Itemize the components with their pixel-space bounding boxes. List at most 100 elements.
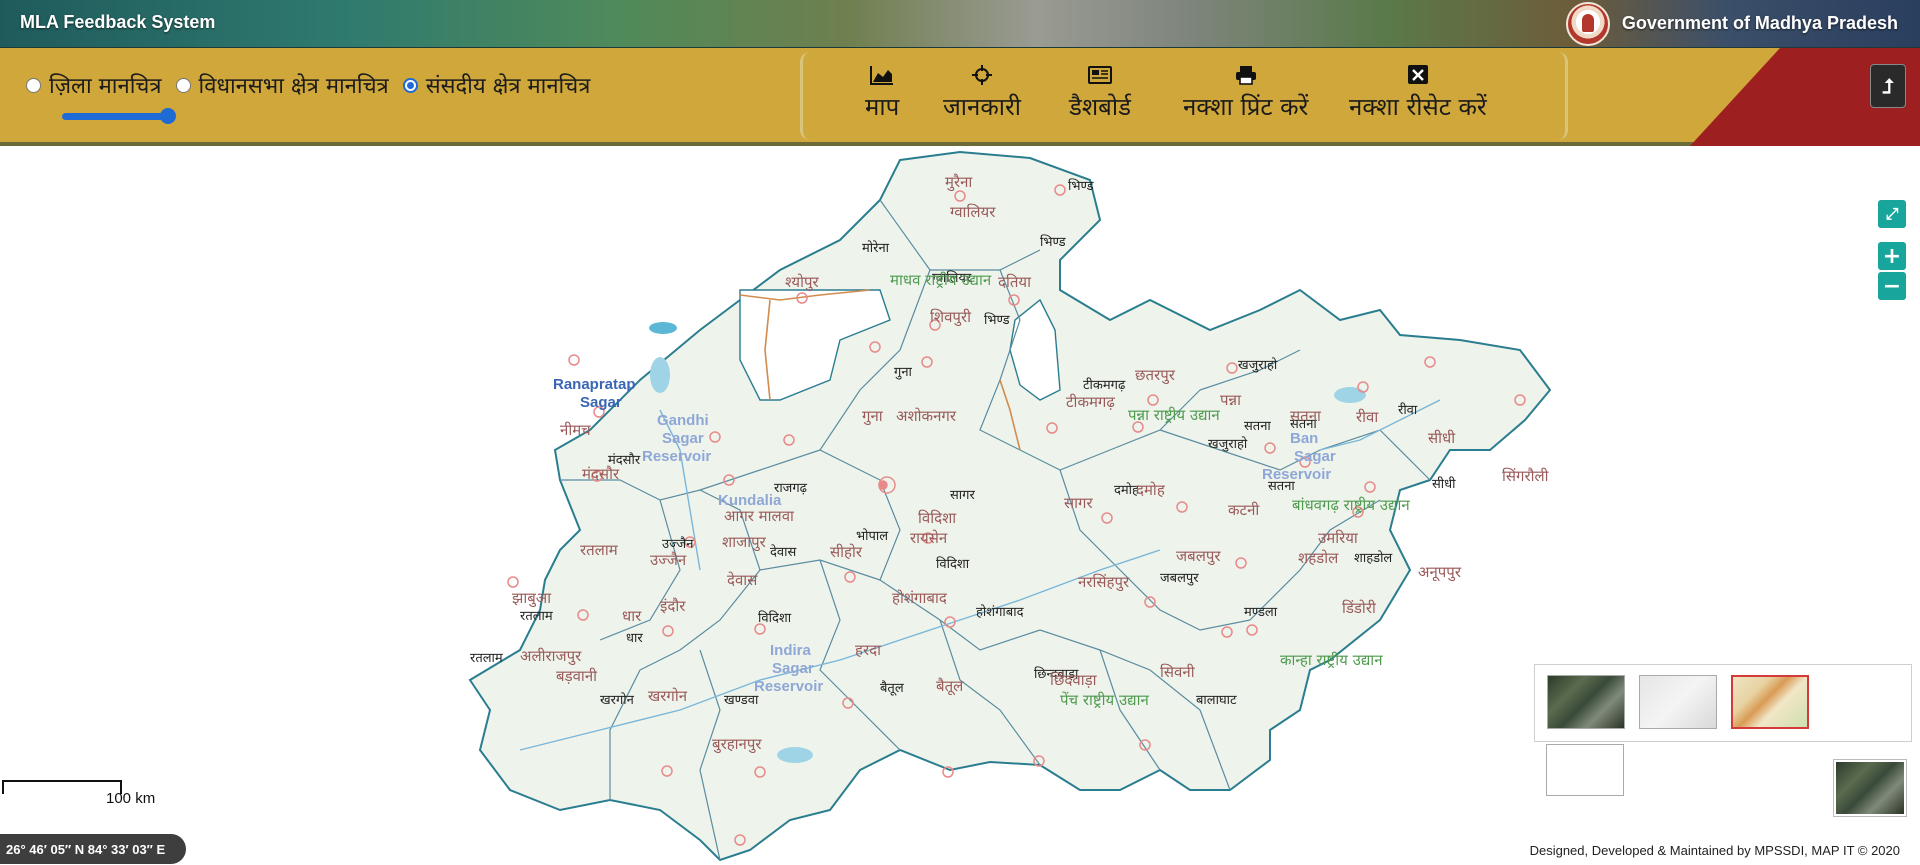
- map-label: सतना: [1244, 419, 1271, 434]
- basemap-satellite-thumb[interactable]: [1547, 675, 1625, 729]
- map-label: श्योपुर: [785, 273, 819, 291]
- map-label: उमरिया: [1318, 529, 1358, 547]
- map-label: बैतूल: [880, 681, 904, 696]
- map-label: बांधवगढ़ राष्ट्रीय उद्यान: [1292, 496, 1410, 514]
- map-label: टीकमगढ़: [1066, 393, 1115, 411]
- map-canvas[interactable]: मुरैना भिण्ड ग्वालियर मोरेना भिण्ड ग्वाल…: [0, 150, 1920, 865]
- map-label: अनूपपुर: [1418, 563, 1461, 581]
- map-label: सतना: [1268, 479, 1295, 494]
- map-label: खरगोन: [648, 687, 688, 705]
- map-label: छिंदवाड़ा: [1050, 671, 1097, 689]
- upload-arrow-icon[interactable]: ⮥: [1870, 64, 1906, 108]
- radio-district-map[interactable]: ज़िला मानचित्र: [26, 70, 162, 100]
- basemap-street-thumb-selected[interactable]: [1731, 675, 1809, 729]
- map-label: खण्डवा: [724, 693, 759, 708]
- map-label: जबलपुर: [1176, 547, 1221, 565]
- map-label: देवास: [727, 571, 758, 589]
- map-label: आगर मालवा: [724, 507, 794, 525]
- map-label: खरगोन: [600, 693, 634, 708]
- map-label: अलीराजपुर: [520, 647, 582, 665]
- zoom-in-button[interactable]: +: [1878, 242, 1906, 270]
- radio-label: विधानसभा क्षेत्र मानचित्र: [198, 74, 389, 99]
- reset-x-icon: [1407, 65, 1428, 84]
- crosshair-icon: [972, 65, 993, 85]
- map-label: शाहडोल: [1354, 551, 1393, 566]
- measure-button[interactable]: माप: [865, 64, 899, 123]
- map-label: टीकमगढ़: [1083, 378, 1126, 393]
- slider-thumb[interactable]: [160, 108, 176, 124]
- radio-circle-selected[interactable]: [402, 77, 418, 93]
- slider-track[interactable]: [62, 113, 166, 120]
- info-button[interactable]: जानकारी: [943, 64, 1021, 123]
- tool-label: नक्शा प्रिंट करें: [1183, 93, 1309, 121]
- map-label: धार: [626, 631, 643, 646]
- map-label: सिवनी: [1160, 663, 1195, 681]
- map-label: पेंच राष्ट्रीय उद्यान: [1060, 691, 1149, 709]
- basemap-blank-thumb[interactable]: [1546, 744, 1624, 796]
- mp-emblem-logo: [1566, 2, 1610, 46]
- map-label: बड़वानी: [556, 667, 598, 685]
- map-label: सीधी: [1428, 429, 1456, 447]
- tool-label: डैशबोर्ड: [1069, 93, 1131, 121]
- map-label: रीवा: [1398, 403, 1418, 418]
- map-label: रतलाम: [470, 651, 503, 666]
- map-label: डिंडोरी: [1342, 599, 1376, 617]
- map-label: Ban: [1290, 430, 1319, 447]
- tool-label: माप: [865, 93, 900, 121]
- map-label: माधव राष्ट्रीय उद्यान: [890, 271, 992, 289]
- map-label: ग्वालियर: [950, 203, 996, 221]
- map-label: सागर: [950, 488, 975, 503]
- map-label: सीहोर: [830, 543, 863, 561]
- map-label: सीधी: [1432, 477, 1456, 492]
- map-label: भिण्ड: [1068, 179, 1094, 194]
- map-label: झाबुआ: [512, 589, 552, 607]
- map-label: सागर: [1064, 494, 1093, 512]
- radio-assembly-map[interactable]: विधानसभा क्षेत्र मानचित्र: [175, 70, 389, 100]
- tool-panel: माप जानकारी डैशबोर्ड नक्शा प्रिंट करें न…: [800, 52, 1568, 140]
- map-label: Reservoir: [642, 448, 712, 465]
- radio-circle[interactable]: [26, 77, 41, 93]
- print-map-button[interactable]: नक्शा प्रिंट करें: [1183, 64, 1308, 123]
- map-label: नरसिंहपुर: [1078, 573, 1130, 591]
- map-label: भिण्ड: [984, 313, 1010, 328]
- scale-bar: [2, 780, 122, 794]
- map-label: पन्ना राष्ट्रीय उद्यान: [1128, 406, 1220, 424]
- header-banner: MLA Feedback System Government of Madhya…: [0, 0, 1920, 48]
- map-type-radio-group: ज़िला मानचित्र विधानसभा क्षेत्र मानचित्र…: [26, 70, 590, 100]
- map-label: पन्ना: [1220, 391, 1241, 409]
- map-label: कान्हा राष्ट्रीय उद्यान: [1280, 651, 1383, 669]
- map-label: Reservoir: [754, 678, 824, 695]
- map-label: शिवपुरी: [930, 308, 971, 326]
- map-label: देवास: [770, 545, 797, 560]
- dashboard-button[interactable]: डैशबोर्ड: [1069, 64, 1131, 123]
- basemap-grey-thumb[interactable]: [1639, 675, 1717, 729]
- radio-circle[interactable]: [175, 77, 191, 93]
- map-label: मुरैना: [945, 173, 973, 191]
- map-label: रायसेन: [910, 529, 948, 547]
- reset-map-button[interactable]: नक्शा रीसेट करें: [1349, 64, 1487, 123]
- reservoir-gandhisagar: [650, 357, 670, 393]
- reservoir-indirasagar: [777, 747, 813, 763]
- map-label: बुरहानपुर: [712, 735, 762, 753]
- reservoir-ranapratap: [649, 322, 677, 334]
- tool-label: जानकारी: [943, 93, 1022, 121]
- zoom-out-button[interactable]: −: [1878, 272, 1906, 300]
- opacity-slider[interactable]: [62, 108, 176, 124]
- map-label: दमोह: [1136, 481, 1165, 499]
- map-label: गुना: [894, 365, 912, 380]
- map-label: इंदौर: [660, 597, 686, 615]
- map-label: Indira: [770, 642, 811, 659]
- dashboard-icon: [1087, 66, 1112, 84]
- map-label: विदिशा: [918, 509, 957, 527]
- map-label: धार: [622, 607, 642, 625]
- map-label: शहडोल: [1298, 549, 1339, 567]
- radio-parliamentary-map[interactable]: संसदीय क्षेत्र मानचित्र: [402, 70, 590, 100]
- toolbar: ज़िला मानचित्र विधानसभा क्षेत्र मानचित्र…: [0, 48, 1920, 146]
- map-label: विदिशा: [936, 557, 970, 572]
- map-label: बैतूल: [936, 677, 964, 695]
- madhya-pradesh-map[interactable]: [0, 150, 1920, 865]
- fullscreen-icon[interactable]: ⤢: [1878, 200, 1906, 228]
- map-label: Sagar: [662, 430, 704, 447]
- map-label: रतलाम: [580, 541, 618, 559]
- basemap-toggle-button[interactable]: [1833, 759, 1907, 817]
